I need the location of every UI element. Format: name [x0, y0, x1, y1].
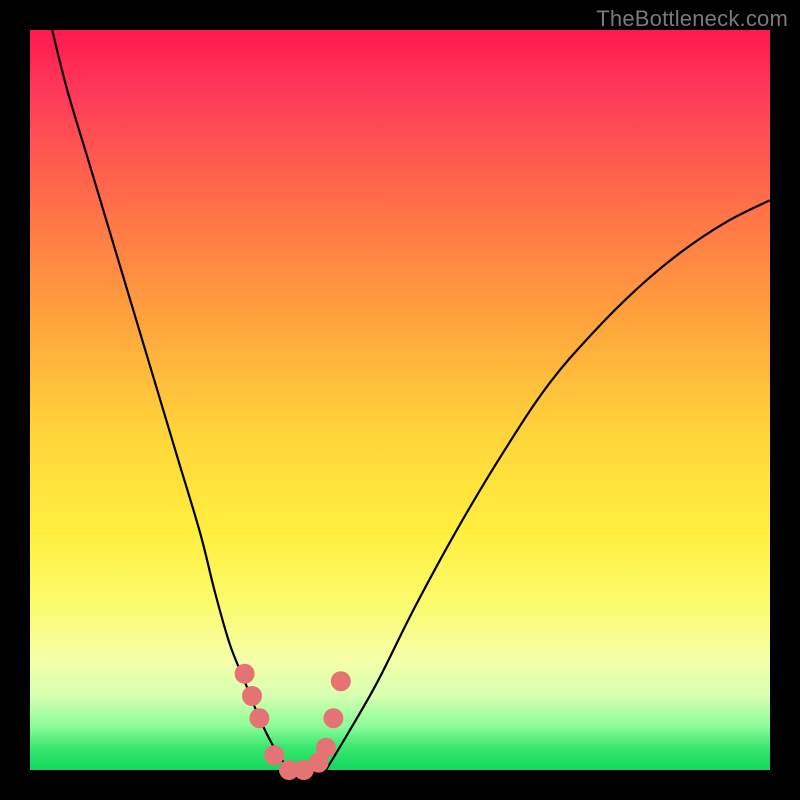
- data-marker: [264, 745, 284, 765]
- chart-frame: TheBottleneck.com: [0, 0, 800, 800]
- plot-area: [30, 30, 770, 770]
- data-marker: [316, 738, 336, 758]
- data-marker: [331, 671, 351, 691]
- data-marker: [323, 708, 343, 728]
- watermark-text: TheBottleneck.com: [596, 6, 788, 32]
- marker-group: [235, 664, 351, 780]
- data-marker: [242, 686, 262, 706]
- data-marker: [235, 664, 255, 684]
- data-marker: [249, 708, 269, 728]
- bottleneck-curve-left: [52, 30, 289, 770]
- bottleneck-curve-right: [326, 200, 770, 770]
- curve-layer: [30, 30, 770, 770]
